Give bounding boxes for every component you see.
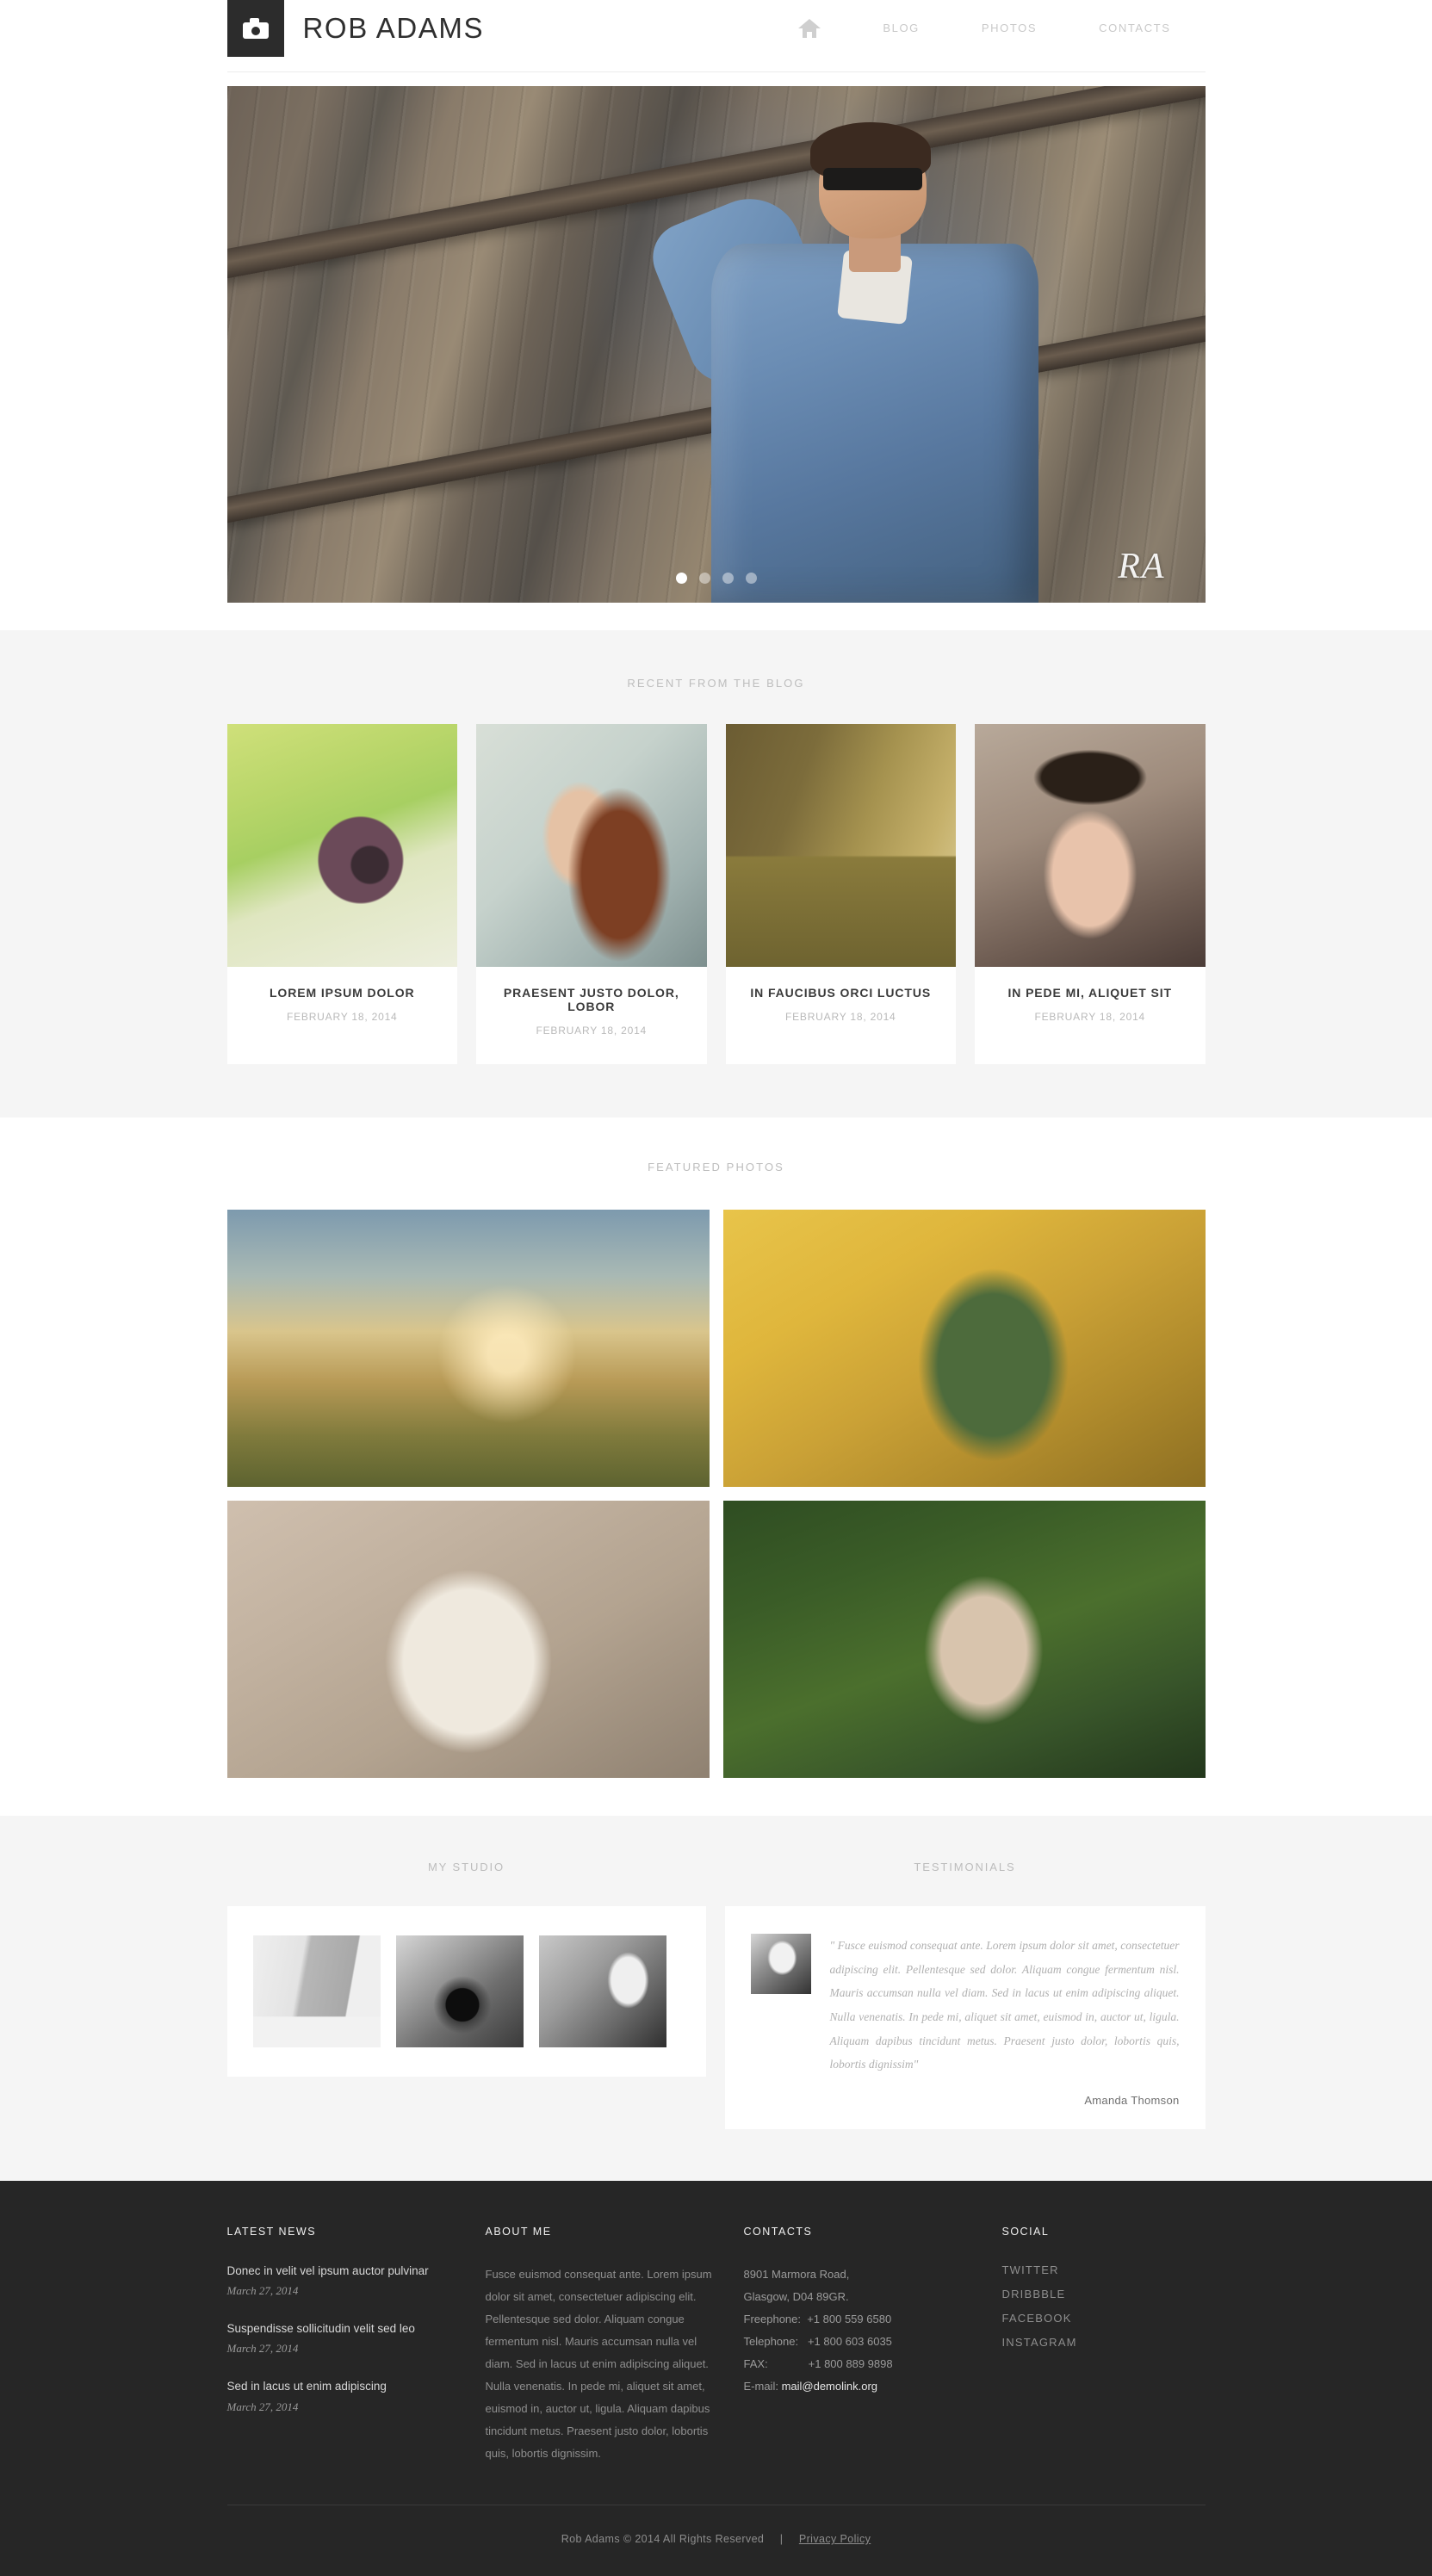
news-item-title[interactable]: Donec in velit vel ipsum auctor pulvinar — [227, 2263, 463, 2279]
blog-thumbnail[interactable] — [476, 724, 707, 967]
studio-thumbnail[interactable] — [395, 1935, 524, 2047]
hero-slider[interactable]: RA — [226, 86, 1206, 603]
recent-blog-section: RECENT FROM THE BLOG LOREM IPSUM DOLOR F… — [0, 630, 1432, 1118]
page-root: ROB ADAMS BLOG PHOTOS CONTACTS RA RECENT… — [0, 0, 1432, 2576]
featured-photo[interactable] — [226, 1501, 710, 1778]
logo[interactable]: ROB ADAMS — [226, 0, 485, 57]
slider-dot-2[interactable] — [698, 573, 710, 584]
my-studio-panel — [226, 1906, 706, 2077]
my-studio-column: MY STUDIO — [226, 1861, 706, 2129]
nav-item-contacts[interactable]: CONTACTS — [1068, 0, 1201, 57]
home-icon — [798, 19, 821, 38]
contact-address-line2: Glasgow, D04 89GR. — [743, 2290, 849, 2304]
featured-photo[interactable] — [226, 1210, 710, 1487]
footer-latest-news: LATEST NEWS Donec in velit vel ipsum auc… — [227, 2226, 486, 2465]
blog-thumbnail[interactable] — [975, 724, 1206, 967]
featured-photo[interactable] — [722, 1210, 1206, 1487]
blog-thumbnail[interactable] — [226, 724, 457, 967]
testimonial-panel: " Fusce euismod consequat ante. Lorem ip… — [724, 1906, 1206, 2130]
nav-item-photos[interactable]: PHOTOS — [951, 0, 1068, 57]
copyright-separator: | — [779, 2533, 784, 2546]
social-link-twitter[interactable]: TWITTER — [1002, 2263, 1206, 2276]
social-link-instagram[interactable]: INSTAGRAM — [1002, 2336, 1206, 2349]
blog-card-date: FEBRUARY 18, 2014 — [784, 1011, 896, 1023]
news-item-date: March 27, 2014 — [226, 2400, 299, 2413]
nav-item-blog[interactable]: BLOG — [852, 0, 951, 57]
privacy-policy-link[interactable]: Privacy Policy — [799, 2533, 871, 2545]
news-item[interactable]: Donec in velit vel ipsum auctor pulvinar… — [227, 2263, 463, 2298]
featured-photos-grid — [226, 1210, 1206, 1778]
slider-dot-4[interactable] — [745, 573, 757, 584]
social-links-list: TWITTER DRIBBBLE FACEBOOK INSTAGRAM — [1002, 2263, 1206, 2349]
news-item-title[interactable]: Sed in lacus ut enim adipiscing — [227, 2379, 463, 2394]
footer-about-title: ABOUT ME — [485, 2226, 552, 2239]
testimonial-quote: " Fusce euismod consequat ante. Lorem ip… — [829, 1939, 1180, 2071]
contact-email-row: E-mail: mail@demolink.org — [744, 2375, 980, 2398]
testimonials-heading: TESTIMONIALS — [914, 1861, 1016, 1873]
featured-photo[interactable] — [722, 1501, 1206, 1778]
footer-social-title: SOCIAL — [1001, 2226, 1050, 2239]
blog-grid: LOREM IPSUM DOLOR FEBRUARY 18, 2014 PRAE… — [226, 724, 1206, 1064]
my-studio-heading: MY STUDIO — [427, 1861, 505, 1873]
featured-photos-heading: FEATURED PHOTOS — [648, 1161, 784, 1173]
blog-card[interactable]: PRAESENT JUSTO DOLOR, LOBOR FEBRUARY 18,… — [476, 724, 707, 1064]
footer-social: SOCIAL TWITTER DRIBBBLE FACEBOOK INSTAGR… — [1002, 2226, 1206, 2465]
contact-fax: FAX: +1 800 889 9898 — [743, 2357, 893, 2371]
blog-card-title[interactable]: IN PEDE MI, ALIQUET SIT — [983, 986, 1197, 1000]
footer-contacts: CONTACTS 8901 Marmora Road, Glasgow, D04… — [744, 2226, 1002, 2465]
footer-contacts-title: CONTACTS — [743, 2226, 813, 2239]
slider-dot-3[interactable] — [722, 573, 734, 584]
recent-blog-heading: RECENT FROM THE BLOG — [627, 677, 805, 690]
blog-card-date: FEBRUARY 18, 2014 — [1034, 1011, 1146, 1023]
news-item-date: March 27, 2014 — [226, 2284, 299, 2298]
hero-subject — [642, 117, 1107, 603]
studio-thumbnail[interactable] — [538, 1935, 666, 2047]
studio-testimonials-section: MY STUDIO TESTIMONIALS " Fusce euismod c… — [0, 1816, 1432, 2182]
contact-address-line1: 8901 Marmora Road, — [743, 2268, 850, 2282]
featured-photos-section: FEATURED PHOTOS — [0, 1118, 1432, 1778]
footer-about-me: ABOUT ME Fusce euismod consequat ante. L… — [486, 2226, 744, 2465]
logo-text: ROB ADAMS — [302, 12, 485, 44]
news-item[interactable]: Sed in lacus ut enim adipiscing March 27… — [227, 2379, 463, 2413]
news-item[interactable]: Suspendisse sollicitudin velit sed leo M… — [227, 2321, 463, 2356]
testimonial-author: Amanda Thomson — [1084, 2094, 1180, 2108]
testimonials-column: TESTIMONIALS " Fusce euismod consequat a… — [724, 1861, 1206, 2130]
news-item-title[interactable]: Suspendisse sollicitudin velit sed leo — [227, 2321, 463, 2337]
testimonial-avatar — [750, 1934, 811, 1994]
social-link-dribbble[interactable]: DRIBBBLE — [1002, 2288, 1206, 2300]
blog-card-title[interactable]: PRAESENT JUSTO DOLOR, LOBOR — [485, 986, 698, 1013]
contact-freephone: Freephone: +1 800 559 6580 — [743, 2313, 892, 2326]
slider-dot-1[interactable] — [675, 573, 687, 584]
footer-about-text: Fusce euismod consequat ante. Lorem ipsu… — [485, 2268, 712, 2461]
blog-card[interactable]: LOREM IPSUM DOLOR FEBRUARY 18, 2014 — [226, 724, 457, 1064]
blog-card[interactable]: IN PEDE MI, ALIQUET SIT FEBRUARY 18, 201… — [975, 724, 1206, 1064]
hero-slider-section: RA — [0, 86, 1432, 630]
slider-pagination — [675, 573, 757, 584]
blog-card[interactable]: IN FAUCIBUS ORCI LUCTUS FEBRUARY 18, 201… — [725, 724, 956, 1064]
copyright-bar: Rob Adams © 2014 All Rights Reserved | P… — [226, 2505, 1206, 2576]
studio-thumbnail[interactable] — [252, 1935, 381, 2047]
blog-card-title[interactable]: LOREM IPSUM DOLOR — [236, 986, 449, 1000]
blog-thumbnail[interactable] — [725, 724, 956, 967]
site-header: ROB ADAMS BLOG PHOTOS CONTACTS — [0, 0, 1432, 72]
news-item-date: March 27, 2014 — [226, 2342, 299, 2356]
blog-card-date: FEBRUARY 18, 2014 — [286, 1011, 398, 1023]
footer-news-title: LATEST NEWS — [226, 2226, 317, 2239]
blog-card-date: FEBRUARY 18, 2014 — [536, 1025, 648, 1037]
blog-card-title[interactable]: IN FAUCIBUS ORCI LUCTUS — [735, 986, 948, 1000]
main-navigation: BLOG PHOTOS CONTACTS — [767, 0, 1205, 57]
social-link-facebook[interactable]: FACEBOOK — [1002, 2312, 1206, 2325]
camera-icon — [226, 0, 284, 57]
copyright-text: Rob Adams © 2014 All Rights Reserved — [561, 2533, 765, 2546]
nav-home[interactable] — [767, 19, 852, 38]
contact-telephone: Telephone: +1 800 603 6035 — [743, 2335, 892, 2349]
hero-signature: RA — [1118, 547, 1166, 586]
site-footer: LATEST NEWS Donec in velit vel ipsum auc… — [0, 2181, 1432, 2576]
